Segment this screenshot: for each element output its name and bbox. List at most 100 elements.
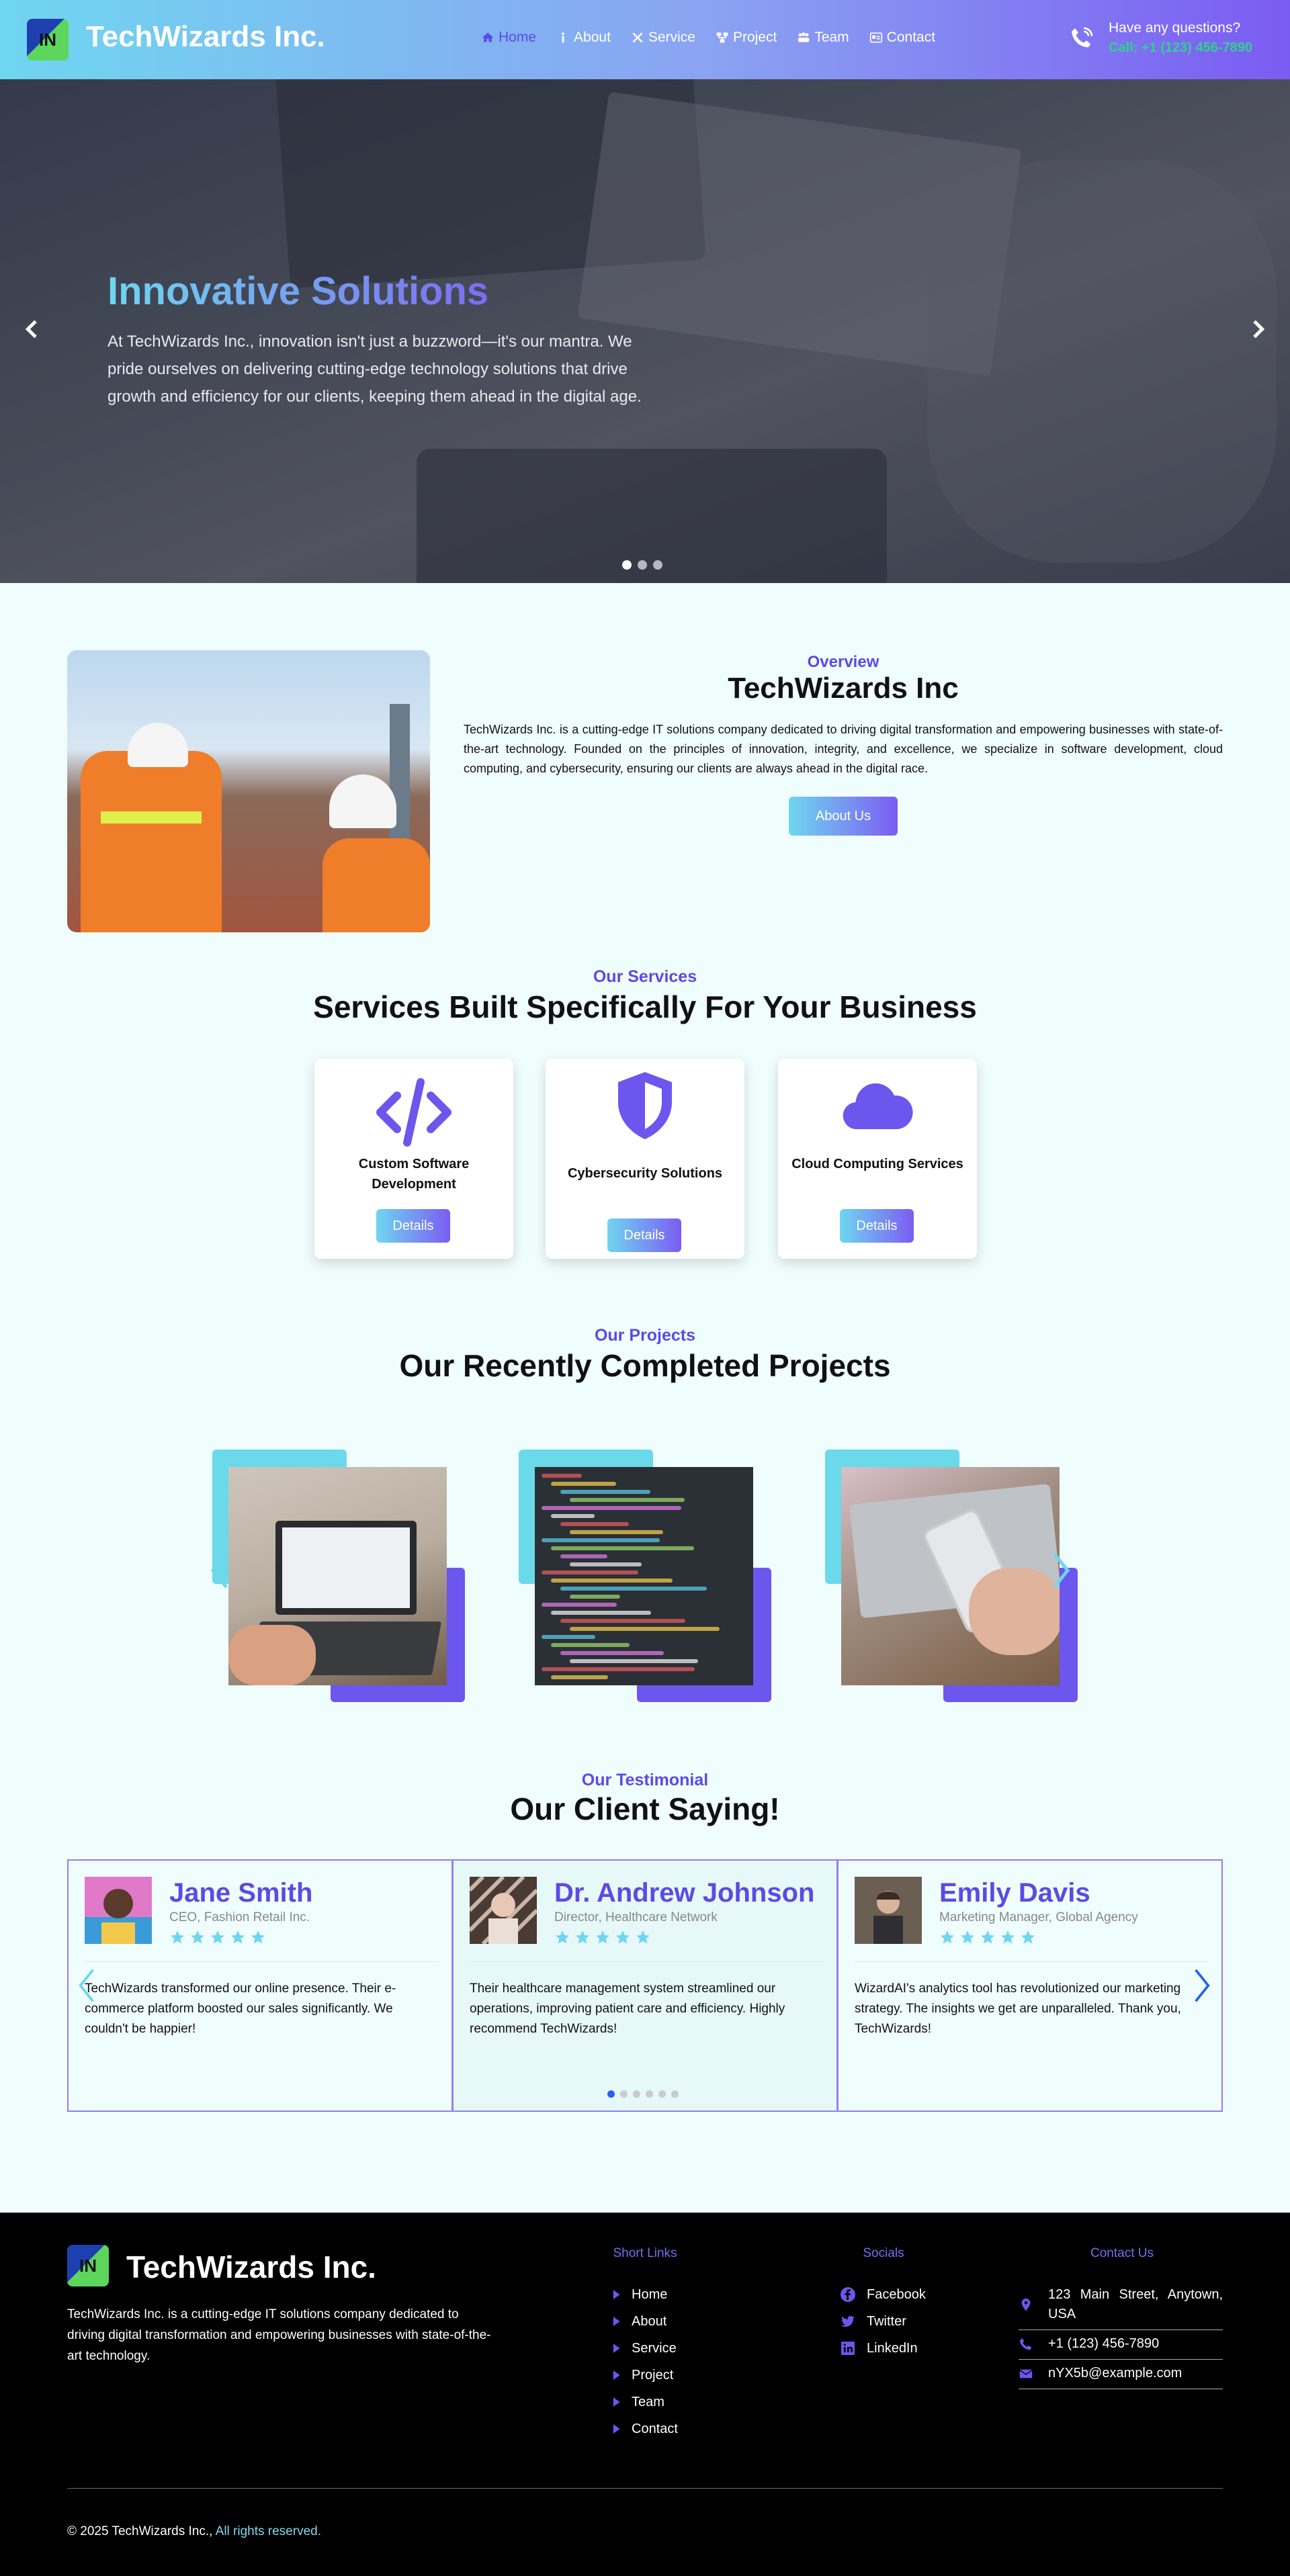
map-pin-icon	[1021, 2298, 1031, 2311]
chevron-left-icon[interactable]	[210, 1550, 230, 1591]
client-name: Jane Smith	[169, 1878, 313, 1908]
shield-icon	[618, 1072, 672, 1139]
team-icon	[798, 32, 810, 42]
hero-dot[interactable]	[638, 560, 647, 570]
nav-about[interactable]: About	[556, 30, 611, 46]
caret-right-icon	[613, 2317, 620, 2326]
testimonial-text: WizardAI's analytics tool has revolution…	[855, 1982, 1181, 2036]
footer-logo[interactable]: IN	[67, 2245, 109, 2286]
footer-link-label: Team	[632, 2394, 664, 2409]
short-links: Home About Service Project Team Contact	[611, 2281, 678, 2442]
contact-card-icon	[869, 32, 882, 43]
chevron-left-icon[interactable]	[19, 316, 46, 343]
hero-dot[interactable]	[653, 560, 662, 570]
nav-project[interactable]: Project	[716, 30, 777, 46]
caret-right-icon	[613, 2290, 620, 2299]
social-linkedin[interactable]: LinkedIn	[840, 2335, 926, 2362]
brand-name[interactable]: TechWizards Inc.	[86, 20, 325, 54]
call-number[interactable]: Call: +1 (123) 456-7890	[1109, 40, 1252, 56]
nav-label: Contact	[886, 30, 936, 45]
testimonial-dot[interactable]	[671, 2090, 679, 2098]
star-icon	[231, 1930, 245, 1944]
hero-dot[interactable]	[622, 560, 632, 570]
project-image[interactable]	[841, 1467, 1060, 1685]
brand-logo[interactable]: IN	[27, 19, 69, 60]
project-icon	[716, 32, 728, 43]
chevron-right-icon[interactable]	[1244, 316, 1271, 343]
testimonial-card: Dr. Andrew Johnson Director, Healthcare …	[452, 1859, 838, 2112]
testimonial-dot[interactable]	[607, 2090, 615, 2098]
contact-info: 123 Main Street, Anytown, USA +1 (123) 4…	[1019, 2281, 1223, 2389]
star-icon	[616, 1930, 630, 1944]
details-button[interactable]: Details	[607, 1218, 681, 1252]
testimonial-text: Their healthcare management system strea…	[470, 1982, 785, 2036]
envelope-icon	[1019, 2369, 1033, 2378]
services-title: Services Built Specifically For Your Bus…	[313, 989, 977, 1024]
chevron-left-icon[interactable]	[75, 1967, 98, 2004]
star-icon	[171, 1930, 184, 1944]
footer-link-label: Service	[632, 2340, 677, 2356]
service-name: Cloud Computing Services	[791, 1157, 963, 1171]
star-icon	[961, 1930, 974, 1944]
phone-volume-icon	[1072, 27, 1093, 47]
service-card: Cybersecurity Solutions Details	[546, 1059, 744, 1259]
details-button[interactable]: Details	[376, 1209, 450, 1243]
nav-home[interactable]: Home	[481, 30, 536, 46]
testimonials-title: Our Client Saying!	[510, 1791, 780, 1826]
footer-link[interactable]: Home	[611, 2281, 678, 2308]
contact-heading: Contact Us	[1090, 2246, 1154, 2260]
chevron-right-icon[interactable]	[1051, 1550, 1071, 1591]
contact-email[interactable]: nYX5b@example.com	[1019, 2360, 1223, 2389]
project-image[interactable]	[535, 1467, 753, 1685]
footer-link[interactable]: Team	[611, 2389, 678, 2415]
avatar	[85, 1877, 152, 1944]
header-contact: Have any questions? Call: +1 (123) 456-7…	[1068, 20, 1252, 56]
caret-right-icon	[613, 2344, 620, 2353]
contact-phone[interactable]: +1 (123) 456-7890	[1019, 2330, 1223, 2360]
details-button[interactable]: Details	[840, 1209, 914, 1243]
address-text: 123 Main Street, Anytown, USA	[1048, 2287, 1223, 2321]
main-nav: Home About Service Project Team Contact	[481, 30, 935, 46]
social-label: Facebook	[867, 2286, 926, 2302]
footer-link-label: About	[632, 2313, 667, 2329]
testimonial-card: Jane Smith CEO, Fashion Retail Inc. Tech…	[67, 1859, 453, 2112]
hero-title: Innovative Solutions	[108, 269, 489, 313]
nav-label: Home	[499, 30, 537, 45]
testimonial-dots	[607, 2090, 679, 2098]
info-icon	[562, 32, 564, 43]
footer-link[interactable]: Contact	[611, 2415, 678, 2442]
star-icon	[191, 1930, 204, 1944]
phone-text: +1 (123) 456-7890	[1048, 2336, 1160, 2351]
project-item[interactable]	[519, 1450, 774, 1705]
nav-service[interactable]: Service	[631, 30, 695, 46]
nav-team[interactable]: Team	[797, 30, 849, 46]
footer-link[interactable]: Project	[611, 2362, 678, 2389]
projects-subtitle: Our Projects	[594, 1326, 696, 1345]
nav-contact[interactable]: Contact	[869, 30, 935, 46]
testimonial-dot[interactable]	[633, 2090, 640, 2098]
home-icon	[482, 32, 494, 42]
project-image[interactable]	[228, 1467, 447, 1685]
rights-text: All rights reserved.	[215, 2524, 321, 2538]
social-twitter[interactable]: Twitter	[840, 2308, 926, 2335]
star-icon	[556, 1930, 569, 1944]
footer-link[interactable]: About	[611, 2308, 678, 2335]
site-header: IN TechWizards Inc. Home About Service P…	[0, 0, 1290, 79]
testimonial-dot[interactable]	[646, 2090, 653, 2098]
project-item[interactable]	[210, 1450, 468, 1705]
project-item[interactable]	[825, 1450, 1080, 1705]
footer-link[interactable]: Service	[611, 2335, 678, 2362]
footer-link-label: Contact	[632, 2421, 678, 2436]
testimonial-dot[interactable]	[658, 2090, 666, 2098]
star-icon	[576, 1930, 589, 1944]
social-facebook[interactable]: Facebook	[840, 2281, 926, 2308]
footer-divider	[67, 2488, 1223, 2489]
footer-link-label: Home	[632, 2286, 668, 2302]
about-us-button[interactable]: About Us	[789, 797, 898, 836]
overview-text: TechWizards Inc. is a cutting-edge IT so…	[464, 723, 1223, 775]
chevron-right-icon[interactable]	[1191, 1967, 1213, 2004]
testimonial-text: TechWizards transformed our online prese…	[85, 1982, 396, 2036]
avatar	[470, 1877, 537, 1944]
star-icon	[981, 1930, 994, 1944]
testimonial-dot[interactable]	[620, 2090, 628, 2098]
